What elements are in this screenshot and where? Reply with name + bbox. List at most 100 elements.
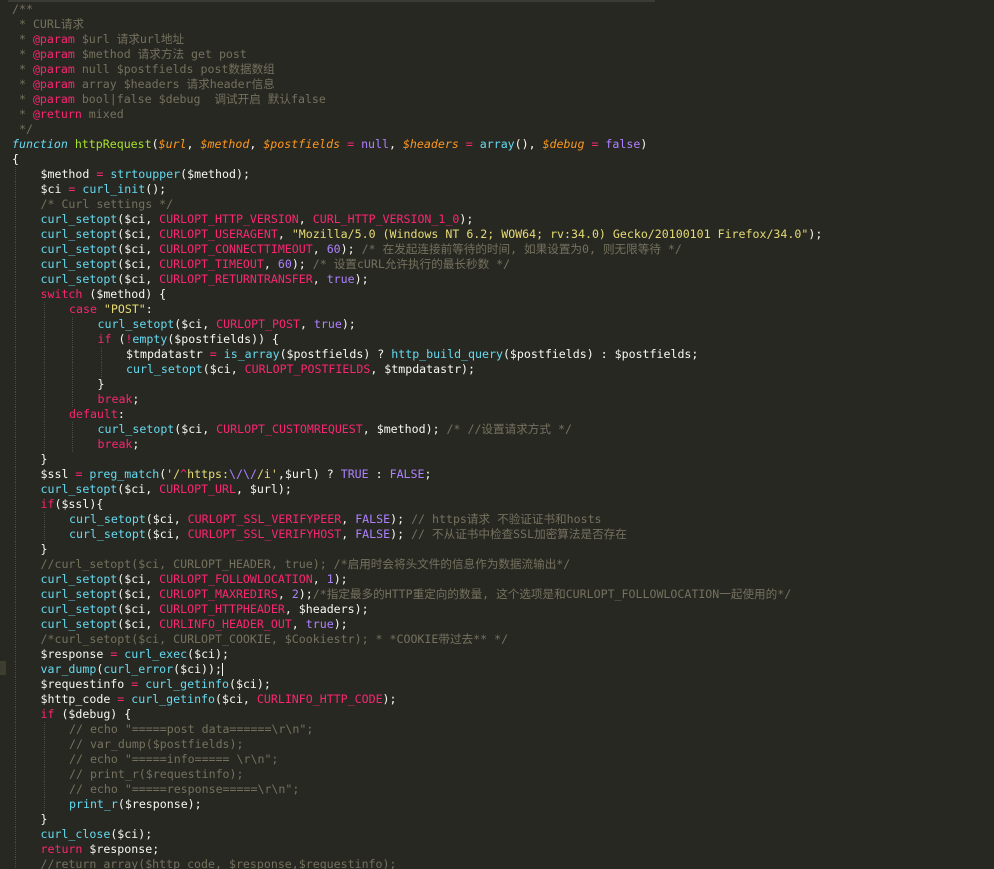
code-line[interactable]: // echo "=====info===== \r\n"; — [12, 752, 994, 767]
code-line[interactable]: var_dump(curl_error($ci)); — [12, 662, 994, 677]
code-line[interactable]: curl_setopt($ci, CURLOPT_SSL_VERIFYPEER,… — [12, 512, 994, 527]
code-token: $postfields — [263, 137, 341, 151]
indent-guide — [43, 302, 45, 317]
code-line[interactable]: * @param $method 请求方法 get post — [12, 47, 994, 62]
code-token: curl_setopt — [40, 212, 118, 226]
code-line[interactable]: curl_setopt($ci, CURLOPT_TIMEOUT, 60); /… — [12, 257, 994, 272]
code-line[interactable]: if($ssl){ — [12, 497, 994, 512]
code-line[interactable]: $response = curl_exec($ci); — [12, 647, 994, 662]
code-line[interactable]: curl_setopt($ci, CURLOPT_HTTPHEADER, $he… — [12, 602, 994, 617]
code-token: ; — [424, 467, 432, 481]
indent-guide — [72, 317, 73, 332]
code-line[interactable]: } — [12, 542, 994, 557]
code-line[interactable]: curl_setopt($ci, CURLOPT_MAXREDIRS, 2);/… — [12, 587, 994, 602]
code-line[interactable]: { — [12, 152, 994, 167]
code-line[interactable]: curl_setopt($ci, CURLOPT_CONNECTTIMEOUT,… — [12, 242, 994, 257]
code-token: curl_setopt — [126, 362, 203, 376]
code-line[interactable]: } — [12, 812, 994, 827]
code-line[interactable]: return $response; — [12, 842, 994, 857]
code-line[interactable]: default: — [12, 407, 994, 422]
code-line[interactable]: curl_setopt($ci, CURLOPT_SSL_VERIFYHOST,… — [12, 527, 994, 542]
code-token: ($ci); — [187, 647, 229, 661]
code-token: CURL_HTTP_VERSION_1_0 — [312, 212, 460, 226]
code-line[interactable]: //curl_setopt($ci, CURLOPT_HEADER, true)… — [12, 557, 994, 572]
indent-guide — [72, 437, 73, 452]
code-line[interactable]: */ — [12, 122, 994, 137]
code-token: ($ci, — [117, 242, 160, 256]
code-line[interactable]: curl_setopt($ci, CURLOPT_CUSTOMREQUEST, … — [12, 422, 994, 437]
code-line[interactable]: curl_setopt($ci, CURLOPT_URL, $url); — [12, 482, 994, 497]
code-line[interactable]: $tmpdatastr = is_array($postfields) ? ht… — [12, 347, 994, 362]
code-token: ($ci, — [117, 617, 160, 631]
code-line[interactable]: function httpRequest($url, $method, $pos… — [12, 137, 994, 152]
indent-guide — [15, 377, 16, 392]
code-editor[interactable]: /** * CURL请求 * @param $url 请求url地址 * @pa… — [0, 0, 994, 869]
code-token: /* //设置请求方式 */ — [446, 422, 572, 436]
code-line[interactable]: /*curl_setopt($ci, CURLOPT_COOKIE, $Cook… — [12, 632, 994, 647]
code-line[interactable]: * @param array $headers 请求header信息 — [12, 77, 994, 92]
code-line[interactable]: // echo "=====response=====\r\n"; — [12, 782, 994, 797]
code-line[interactable]: curl_setopt($ci, CURLOPT_POST, true); — [12, 317, 994, 332]
code-line[interactable]: } — [12, 452, 994, 467]
indent-guide — [15, 392, 16, 407]
code-token: curl_getinfo — [145, 677, 229, 691]
code-line[interactable]: * @return mixed — [12, 107, 994, 122]
code-line[interactable]: curl_setopt($ci, CURLINFO_HEADER_OUT, tr… — [12, 617, 994, 632]
code-line[interactable]: } — [12, 377, 994, 392]
code-token: ,$url) ? — [277, 467, 341, 481]
code-token: { — [12, 152, 19, 166]
code-line[interactable]: $method = strtoupper($method); — [12, 167, 994, 182]
code-line[interactable]: //return array($http_code, $response,$re… — [12, 857, 994, 869]
code-line[interactable]: curl_setopt($ci, CURLOPT_FOLLOWLOCATION,… — [12, 572, 994, 587]
indent-guide — [15, 692, 16, 707]
code-line[interactable]: // print_r($requestinfo); — [12, 767, 994, 782]
indent-guide — [15, 587, 16, 602]
code-token: 1 — [326, 572, 334, 586]
code-token: preg_match — [89, 467, 160, 481]
code-line[interactable]: curl_setopt($ci, CURLOPT_RETURNTRANSFER,… — [12, 272, 994, 287]
code-line[interactable]: * @param bool|false $debug 调试开启 默认false — [12, 92, 994, 107]
code-token: CURLOPT_SSL_VERIFYPEER — [187, 512, 342, 526]
code-token: , — [312, 272, 327, 286]
indent-guide — [15, 842, 16, 857]
code-line[interactable]: curl_close($ci); — [12, 827, 994, 842]
code-line[interactable]: case "POST": — [12, 302, 994, 317]
indent-guide — [15, 812, 16, 827]
code-line[interactable]: $http_code = curl_getinfo($ci, CURLINFO_… — [12, 692, 994, 707]
code-line[interactable]: * @param null $postfields post数据数组 — [12, 62, 994, 77]
code-line[interactable]: if ($debug) { — [12, 707, 994, 722]
code-line[interactable]: break; — [12, 437, 994, 452]
code-line[interactable]: if (!empty($postfields)) { — [12, 332, 994, 347]
code-token: CURLOPT_URL — [159, 482, 236, 496]
code-token: * — [12, 62, 33, 76]
code-line[interactable]: switch ($method) { — [12, 287, 994, 302]
code-line[interactable]: break; — [12, 392, 994, 407]
code-line[interactable]: $ssl = preg_match('/^https:\/\//i',$url)… — [12, 467, 994, 482]
code-line[interactable]: * CURL请求 — [12, 17, 994, 32]
code-token: /i' — [256, 467, 278, 481]
code-line[interactable]: /* Curl settings */ — [12, 197, 994, 212]
code-token: false — [605, 137, 641, 151]
code-token: ); — [340, 242, 362, 256]
code-line[interactable]: print_r($response); — [12, 797, 994, 812]
code-line[interactable]: $requestinfo = curl_getinfo($ci); — [12, 677, 994, 692]
code-token: @param — [32, 62, 75, 76]
indent-guide — [43, 422, 45, 437]
indent-guide — [15, 707, 16, 722]
code-line[interactable]: // var_dump($postfields); — [12, 737, 994, 752]
code-token: $url 请求url地址 — [74, 32, 185, 46]
indent-guide — [15, 617, 16, 632]
code-line[interactable]: curl_setopt($ci, CURLOPT_USERAGENT, "Moz… — [12, 227, 994, 242]
code-line[interactable]: // echo "=====post data======\r\n"; — [12, 722, 994, 737]
code-token: ($ci, — [117, 272, 160, 286]
code-token: 60 — [277, 257, 292, 271]
code-line[interactable]: curl_setopt($ci, CURLOPT_POSTFIELDS, $tm… — [12, 362, 994, 377]
code-area[interactable]: /** * CURL请求 * @param $url 请求url地址 * @pa… — [12, 2, 994, 869]
code-token: @param — [32, 77, 75, 91]
code-line[interactable]: curl_setopt($ci, CURLOPT_HTTP_VERSION, C… — [12, 212, 994, 227]
code-line[interactable]: * @param $url 请求url地址 — [12, 32, 994, 47]
code-token: , — [186, 137, 201, 151]
code-token: ; — [132, 437, 140, 451]
code-line[interactable]: /** — [12, 2, 994, 17]
code-line[interactable]: $ci = curl_init(); — [12, 182, 994, 197]
